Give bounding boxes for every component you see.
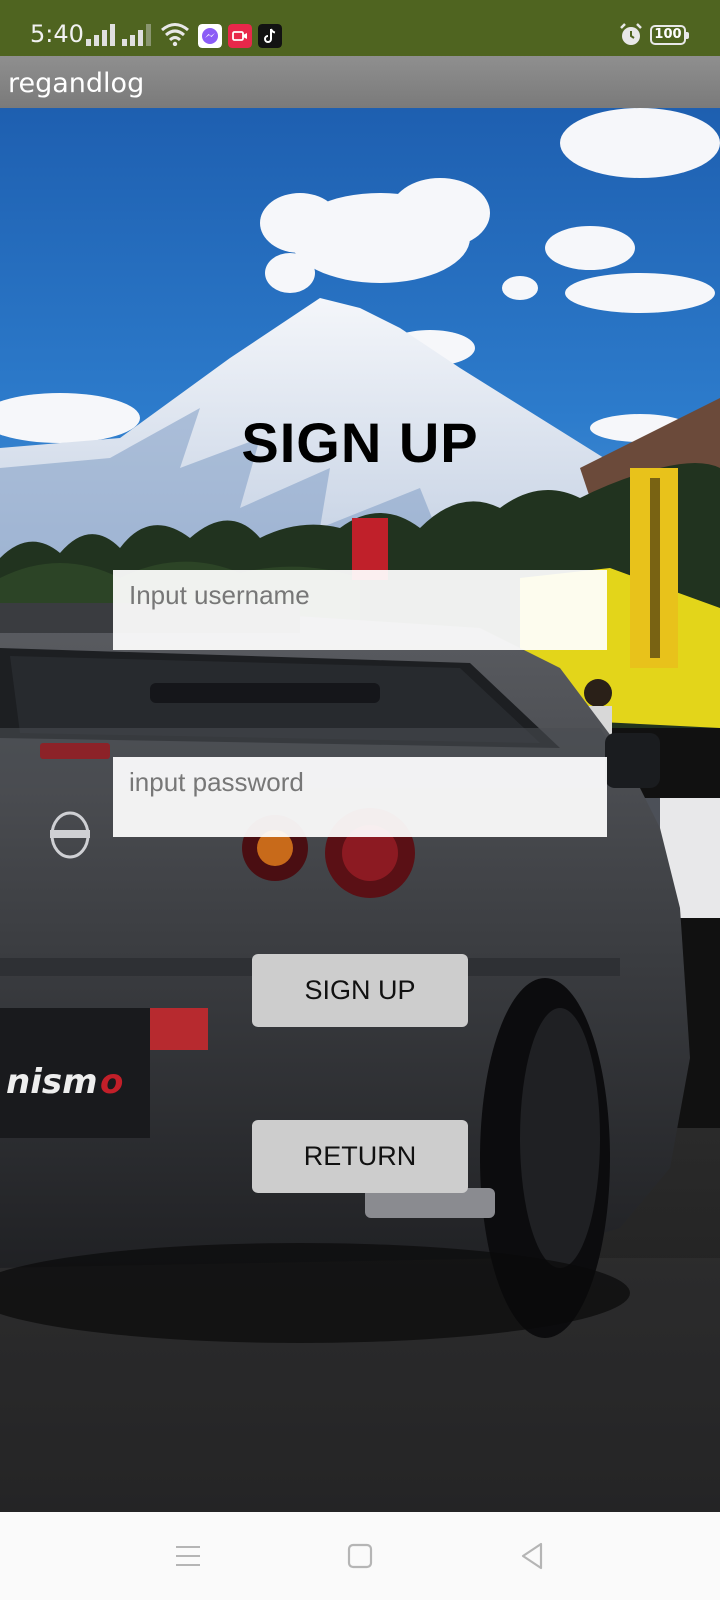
home-icon (347, 1543, 373, 1569)
status-time: 5:40 (30, 20, 84, 48)
menu-button[interactable] (166, 1534, 210, 1578)
video-call-icon (228, 24, 252, 48)
menu-icon (176, 1546, 200, 1566)
username-input[interactable] (113, 570, 607, 650)
wifi-icon (161, 23, 189, 46)
messenger-icon (198, 24, 222, 48)
screen: 5:40 100 regandlog nism o SIGN UP Input … (0, 0, 720, 1600)
tiktok-icon (258, 24, 282, 48)
svg-text:nism: nism (6, 1062, 98, 1102)
back-icon (521, 1542, 543, 1570)
action-bar: regandlog (0, 56, 720, 108)
sign-up-button[interactable]: SIGN UP (252, 954, 468, 1027)
page-title: SIGN UP (241, 411, 479, 474)
return-button[interactable]: RETURN (252, 1120, 468, 1193)
navigation-bar (0, 1512, 720, 1600)
home-button[interactable] (338, 1534, 382, 1578)
svg-text:o: o (100, 1062, 123, 1102)
alarm-icon (620, 23, 642, 45)
signal-strength-icon (86, 24, 115, 46)
app-title: regandlog (8, 68, 145, 99)
signal-strength-2-icon (122, 24, 151, 46)
password-input[interactable] (113, 757, 607, 837)
status-bar: 5:40 100 (0, 0, 720, 56)
battery-icon: 100 (650, 25, 689, 45)
back-button[interactable] (510, 1534, 554, 1578)
